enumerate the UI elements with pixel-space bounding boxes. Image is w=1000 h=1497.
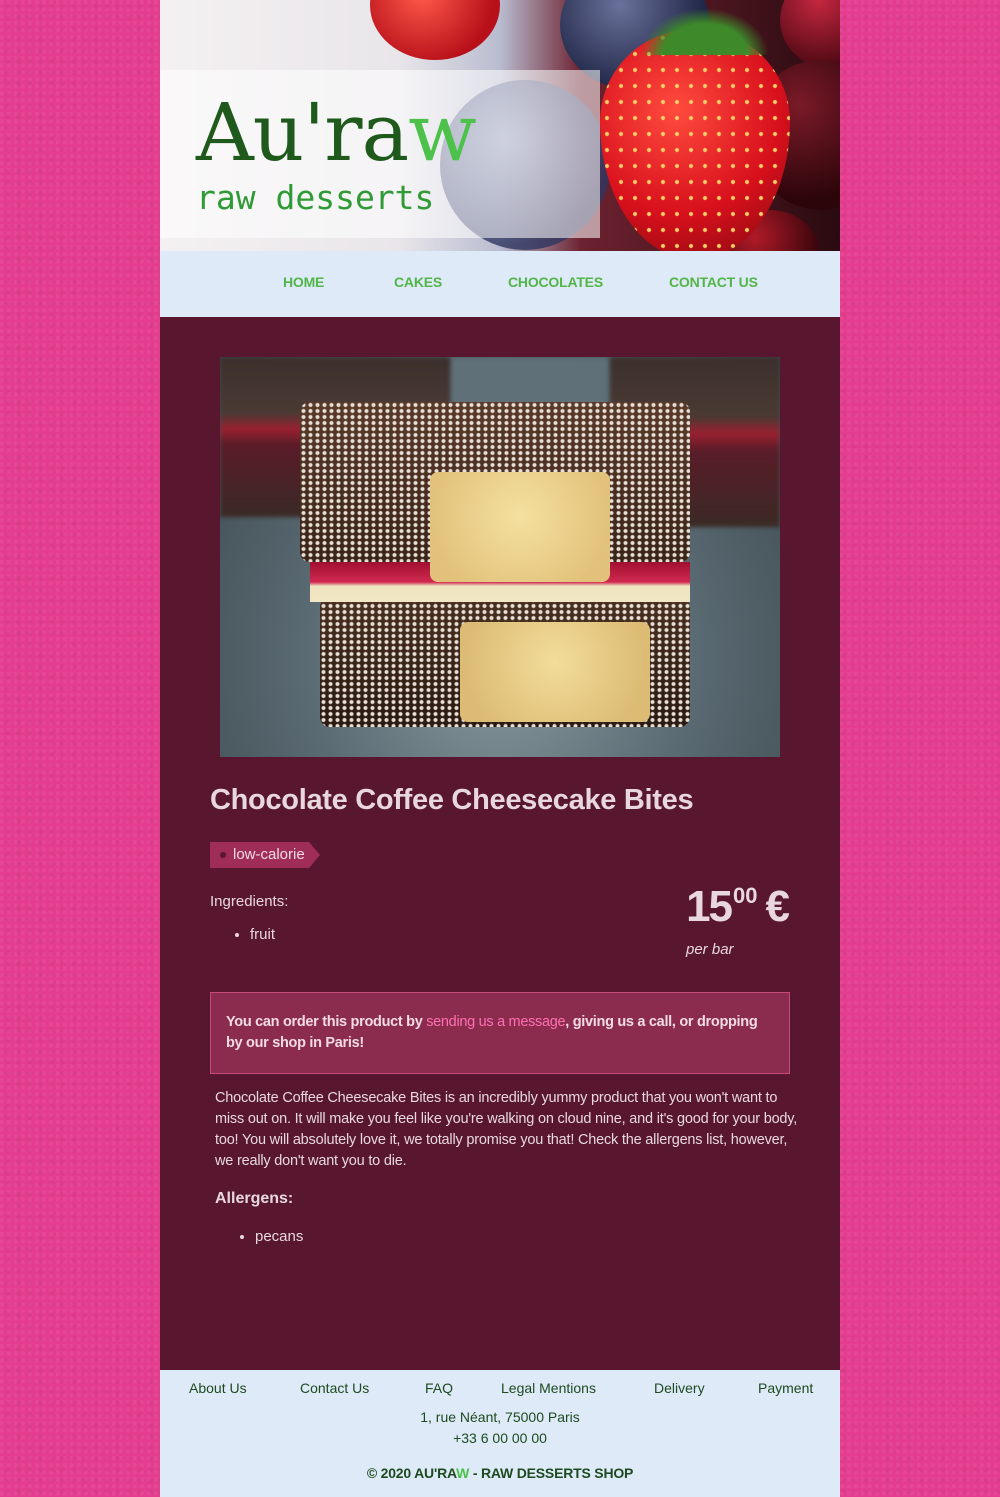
- logo-main: Au'ra: [196, 86, 409, 179]
- tag-dot-icon: [220, 852, 226, 858]
- footer-link-delivery[interactable]: Delivery: [654, 1380, 705, 1396]
- page-container: Au'raw raw desserts HOME CAKES CHOCOLATE…: [160, 0, 840, 1497]
- shop-address: 1, rue Néant, 75000 Paris: [420, 1409, 580, 1425]
- product-title: Chocolate Coffee Cheesecake Bites: [210, 784, 694, 816]
- site-footer: About Us Contact Us FAQ Legal Mentions D…: [160, 1370, 840, 1497]
- product-tag[interactable]: low-calorie: [210, 842, 320, 868]
- list-item: fruit: [250, 926, 275, 943]
- order-text: You can order this product by: [226, 1014, 427, 1030]
- price-currency: €: [765, 882, 790, 931]
- cheesecake-photo: [290, 392, 700, 732]
- strawberry-image: [600, 30, 790, 251]
- footer-link-faq[interactable]: FAQ: [425, 1380, 453, 1396]
- footer-link-legal-mentions[interactable]: Legal Mentions: [501, 1380, 596, 1396]
- list-item: pecans: [255, 1228, 303, 1245]
- logo-accent: w: [408, 86, 476, 179]
- product-price: 1500 €: [686, 882, 790, 932]
- footer-link-contact-us[interactable]: Contact Us: [300, 1380, 369, 1396]
- price-integer: 15: [686, 882, 733, 931]
- nav-home[interactable]: HOME: [283, 274, 324, 290]
- main-nav: HOME CAKES CHOCOLATES CONTACT US: [160, 251, 840, 317]
- tag-label: low-calorie: [233, 846, 305, 863]
- order-notice: You can order this product by sending us…: [210, 992, 790, 1074]
- site-tagline: raw desserts: [196, 178, 435, 217]
- allergens-heading: Allergens:: [215, 1190, 294, 1207]
- product-description: Chocolate Coffee Cheesecake Bites is an …: [215, 1090, 798, 1169]
- nav-cakes[interactable]: CAKES: [394, 274, 442, 290]
- ingredients-label: Ingredients:: [210, 893, 289, 910]
- ingredients-list: fruit: [210, 926, 275, 943]
- footer-link-payment[interactable]: Payment: [758, 1380, 813, 1396]
- nav-contact-us[interactable]: CONTACT US: [669, 274, 758, 290]
- copyright-accent: W: [456, 1465, 470, 1481]
- cherry-image: [780, 0, 840, 70]
- copyright-text: - RAW DESSERTS SHOP: [469, 1465, 634, 1481]
- site-logo[interactable]: Au'raw: [196, 86, 477, 179]
- strawberry-image: [370, 0, 500, 60]
- price-unit: per bar: [686, 941, 734, 958]
- price-decimals: 00: [733, 883, 758, 908]
- strawberry-leaves-image: [630, 0, 780, 55]
- header-banner: Au'raw raw desserts: [160, 0, 840, 251]
- copyright: © 2020 AU'RAW - RAW DESSERTS SHOP: [160, 1465, 840, 1481]
- cake-sponge: [460, 622, 650, 722]
- footer-link-about-us[interactable]: About Us: [189, 1380, 247, 1396]
- allergens-list: pecans: [215, 1228, 303, 1245]
- send-message-link[interactable]: sending us a message: [426, 1014, 565, 1030]
- cake-sponge: [430, 472, 610, 582]
- shop-phone: +33 6 00 00 00: [453, 1430, 547, 1446]
- product-image: [220, 357, 780, 757]
- copyright-text: © 2020 AU'RA: [366, 1465, 457, 1481]
- nav-chocolates[interactable]: CHOCOLATES: [508, 274, 603, 290]
